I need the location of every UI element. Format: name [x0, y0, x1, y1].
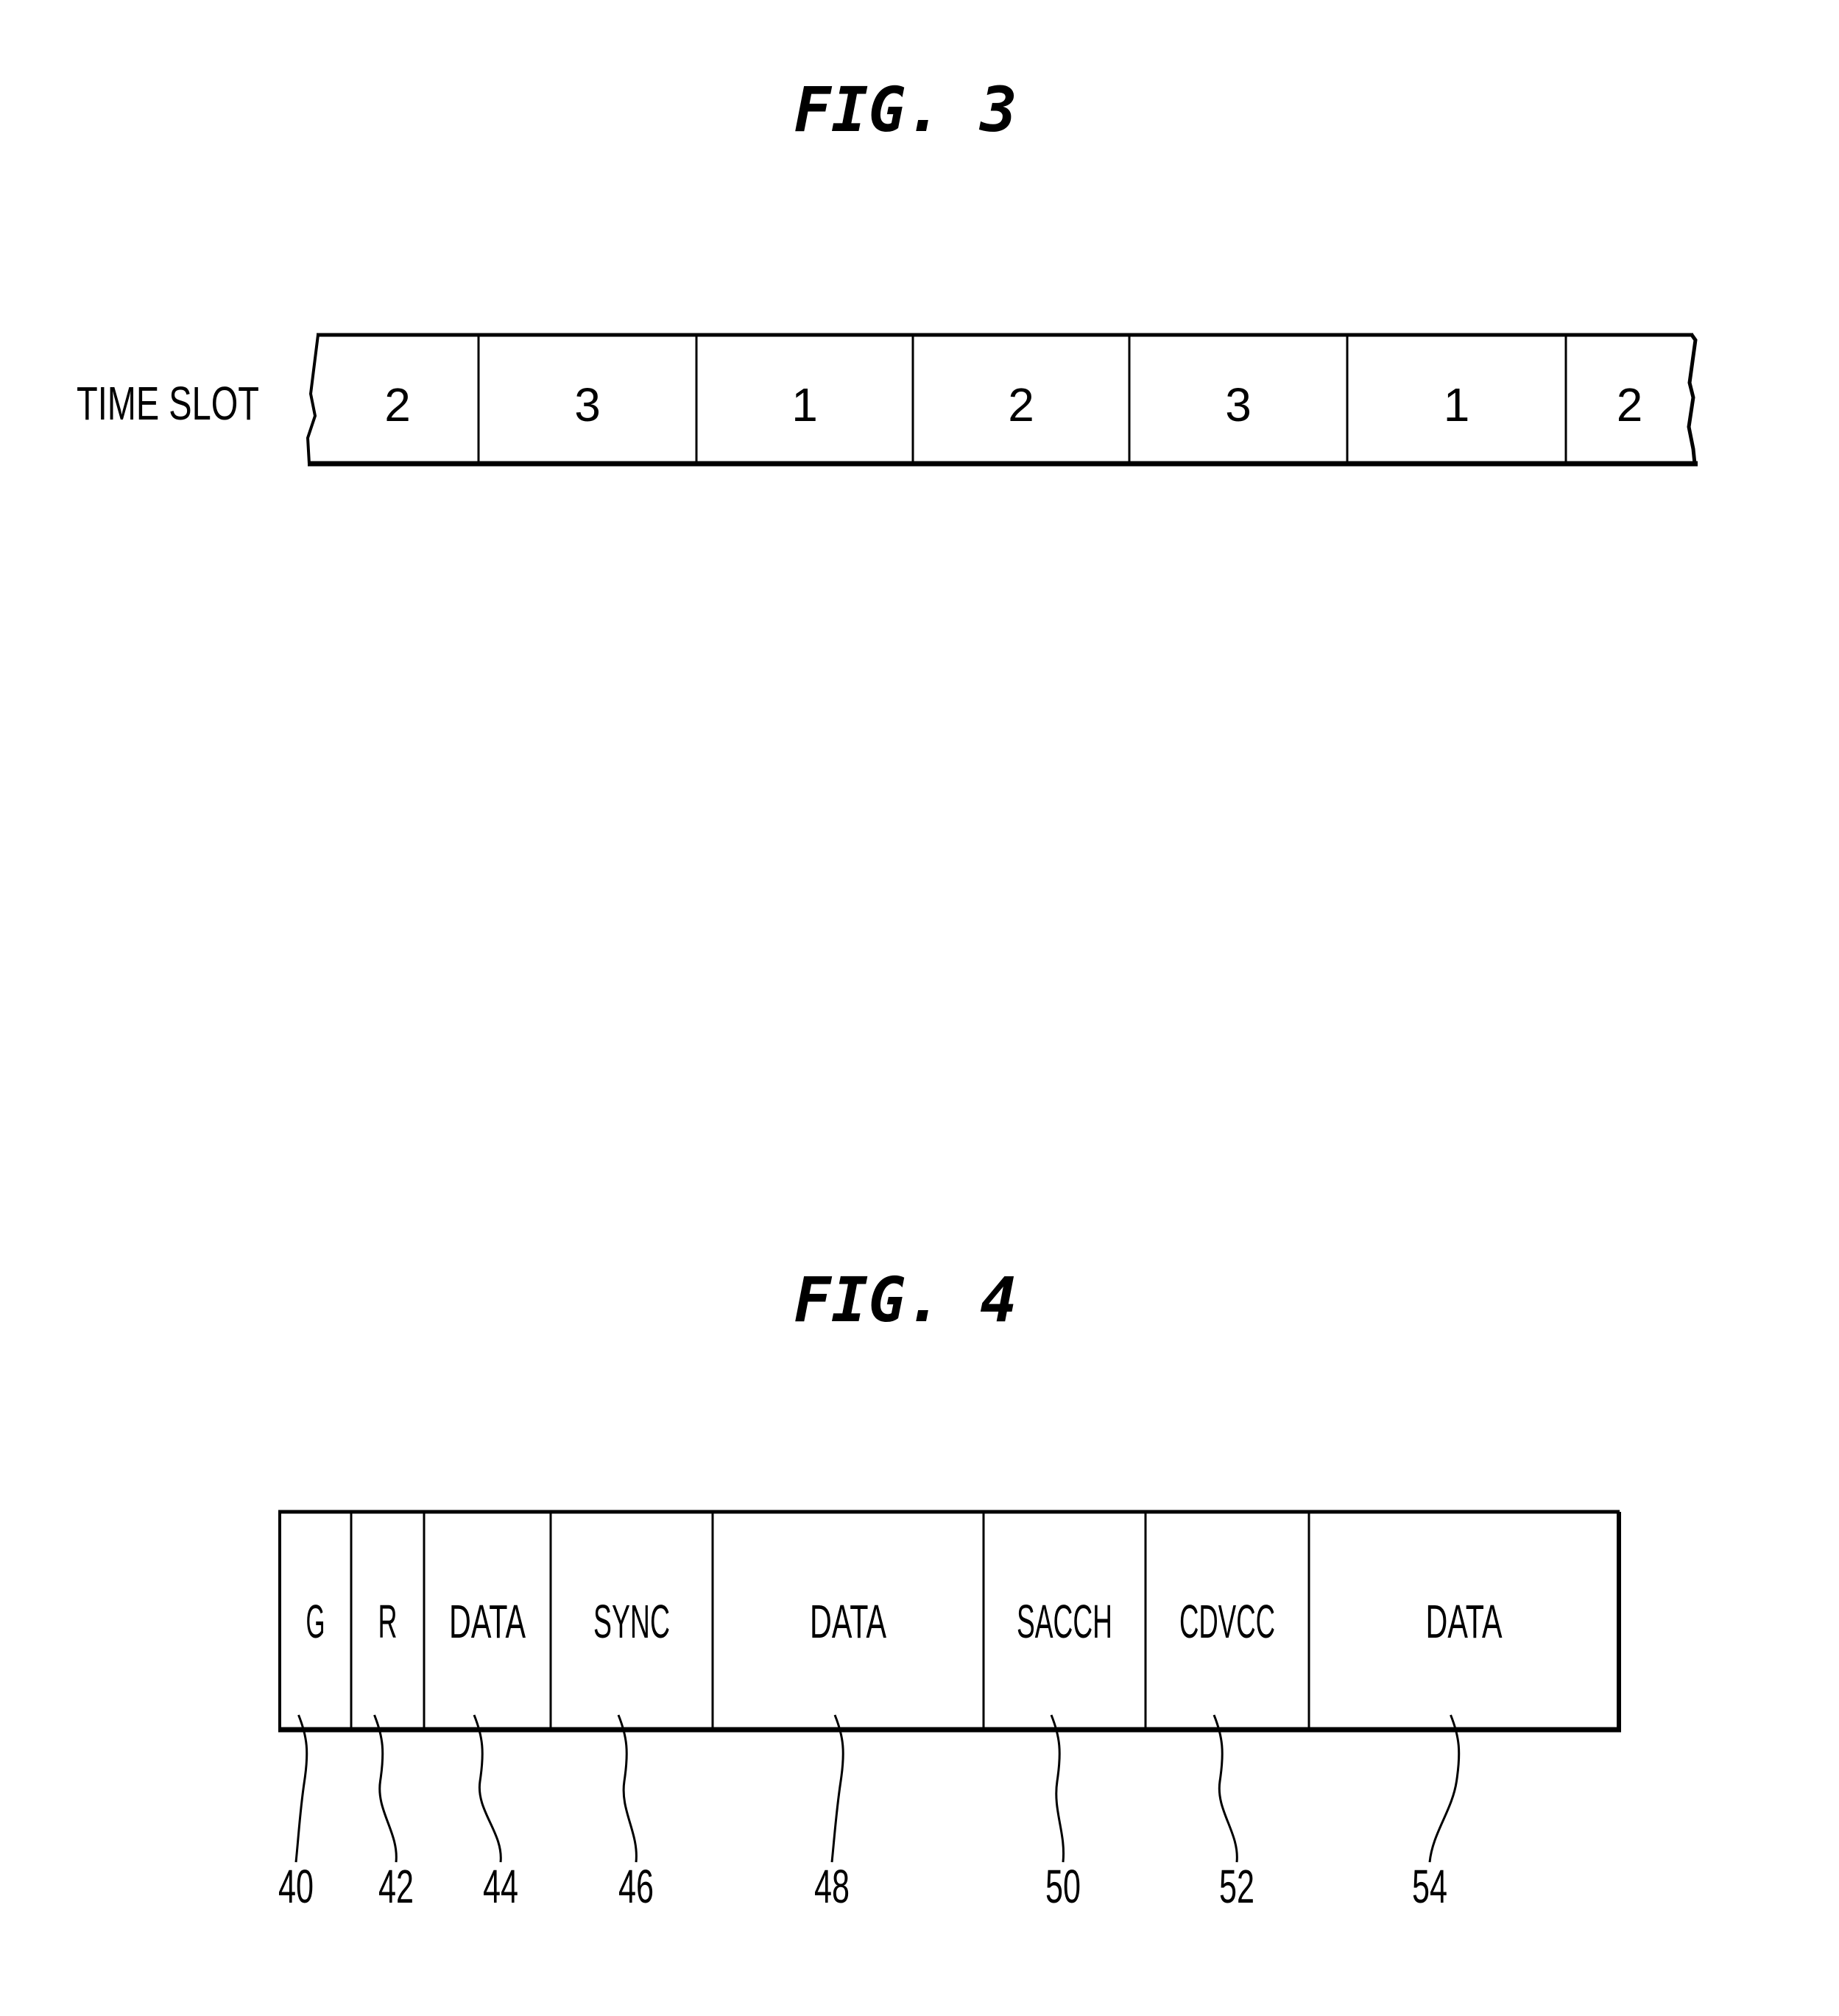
- leader-line: [473, 1714, 502, 1863]
- time-slot-number: 3: [1225, 378, 1252, 431]
- reference-numeral: 42: [378, 1860, 414, 1913]
- leader-line: [373, 1714, 398, 1863]
- time-slot-number: 1: [1444, 378, 1470, 431]
- leader-line: [294, 1714, 308, 1863]
- time-slot-number: 2: [1008, 378, 1034, 431]
- time-slot-number: 2: [1617, 378, 1643, 431]
- time-slot-number: 3: [574, 378, 601, 431]
- patent-drawing-sheet: FIG. 3 TIME SLOT 2 3 1 2 3 1 2 FIG. 4 G 40 R 42 DA…: [77, 74, 1698, 1913]
- reference-numeral: 54: [1412, 1860, 1447, 1913]
- field-label: G: [306, 1595, 325, 1648]
- field-label: CDVCC: [1179, 1595, 1275, 1648]
- field-label: SYNC: [593, 1595, 670, 1648]
- leader-line: [617, 1714, 638, 1863]
- field-label: R: [378, 1595, 398, 1648]
- time-slot-number: 1: [791, 378, 818, 431]
- fig4-title: FIG. 4: [794, 1264, 1017, 1336]
- reference-numeral: 44: [483, 1860, 518, 1913]
- field-label: DATA: [449, 1595, 526, 1648]
- field-label: DATA: [810, 1595, 886, 1648]
- time-slot-number: 2: [384, 378, 411, 431]
- field-label: SACCH: [1017, 1595, 1112, 1648]
- right-break-edge: [1687, 333, 1698, 464]
- reference-numeral: 46: [618, 1860, 654, 1913]
- reference-numeral: 50: [1045, 1860, 1081, 1913]
- left-break-edge: [306, 334, 320, 464]
- reference-numeral: 52: [1219, 1860, 1254, 1913]
- time-slot-label: TIME SLOT: [77, 377, 259, 430]
- leader-line: [830, 1714, 844, 1863]
- leader-line: [1428, 1714, 1461, 1863]
- reference-numeral: 48: [814, 1860, 850, 1913]
- reference-numeral: 40: [278, 1860, 314, 1913]
- fig3-title: FIG. 3: [794, 74, 1017, 146]
- leader-line: [1213, 1714, 1238, 1863]
- leader-line: [1050, 1714, 1065, 1863]
- field-label: DATA: [1426, 1595, 1503, 1648]
- time-slot-frame: [306, 333, 1698, 467]
